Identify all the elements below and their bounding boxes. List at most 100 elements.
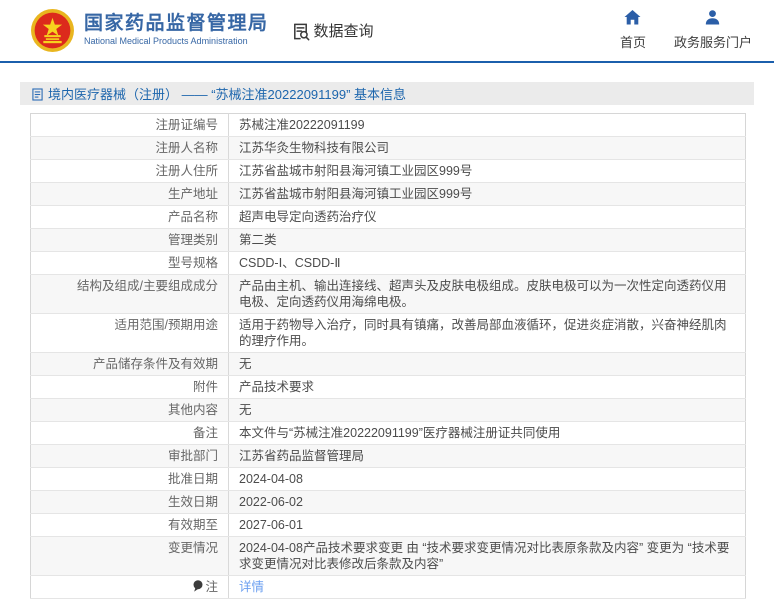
row-label: 适用范围/预期用途 (30, 313, 229, 353)
data-query-icon (291, 22, 310, 41)
row-label-text: 结构及组成/主要组成成分 (77, 279, 218, 293)
row-label-text: 注册证编号 (155, 118, 218, 132)
row-label-text: 管理类别 (167, 233, 218, 247)
site-header: 国家药品监督管理局 National Medical Products Admi… (0, 0, 774, 63)
table-row: 适用范围/预期用途 适用于药物导入治疗，同时具有镇痛，改善局部血液循环，促进炎症消… (30, 313, 746, 353)
row-label-text: 变更情况 (167, 541, 218, 555)
row-label: 注册人名称 (30, 136, 229, 160)
row-value: 江苏省盐城市射阳县海河镇工业园区999号 (228, 159, 746, 183)
table-row: 注册人名称 江苏华灸生物科技有限公司 (30, 136, 746, 160)
nav-portal-label: 政务服务门户 (673, 35, 752, 50)
row-label-text: 其他内容 (167, 403, 218, 417)
nmpa-emblem-logo (30, 8, 75, 53)
row-label-text: 型号规格 (167, 256, 218, 270)
row-label-text: 生效日期 (167, 495, 218, 509)
row-value: 无 (228, 398, 746, 422)
main-content: 境内医疗器械（注册） —— “苏械注准20222091199” 基本信息 注册证… (0, 63, 774, 599)
row-label: 其他内容 (30, 398, 229, 422)
document-icon (32, 87, 43, 101)
info-table-body: 注册证编号 苏械注准20222091199 注册人名称 江苏华灸生物科技有限公司 注册人… (30, 113, 746, 599)
row-value: 江苏华灸生物科技有限公司 (228, 136, 746, 160)
row-value: 详情 (228, 575, 746, 599)
row-value: 苏械注准20222091199 (228, 113, 746, 137)
top-nav: 首页 政务服务门户 (620, 10, 752, 51)
table-row: 附件 产品技术要求 (30, 375, 746, 399)
site-brand: 国家药品监督管理局 National Medical Products Admi… (84, 13, 269, 47)
row-value: 本文件与“苏械注准20222091199”医疗器械注册证共同使用 (228, 421, 746, 445)
row-label: 有效期至 (30, 513, 229, 537)
row-label-text: 备注 (192, 426, 218, 440)
row-label: 备注 (30, 421, 229, 445)
note-balloon-icon (193, 580, 203, 592)
row-value: 产品技术要求 (228, 375, 746, 399)
row-label: 注 (30, 575, 229, 599)
nav-home[interactable]: 首页 (620, 10, 646, 51)
table-row: 管理类别 第二类 (30, 228, 746, 252)
row-value: 适用于药物导入治疗，同时具有镇痛，改善局部血液循环，促进炎症消散，兴奋神经肌肉的… (228, 313, 746, 353)
row-label: 产品储存条件及有效期 (30, 352, 229, 376)
row-value: 产品由主机、输出连接线、超声头及皮肤电极组成。皮肤电极可以为一次性定向透药仪用电… (228, 274, 746, 314)
row-value: 江苏省药品监督管理局 (228, 444, 746, 468)
row-value: 无 (228, 352, 746, 376)
row-label: 型号规格 (30, 251, 229, 275)
row-label: 注册证编号 (30, 113, 229, 137)
row-label-text: 生产地址 (167, 187, 218, 201)
detail-link[interactable]: 详情 (239, 580, 264, 594)
row-label: 生效日期 (30, 490, 229, 514)
table-row: 产品名称 超声电导定向透药治疗仪 (30, 205, 746, 229)
row-label: 附件 (30, 375, 229, 399)
page-title-bar: 境内医疗器械（注册） —— “苏械注准20222091199” 基本信息 (20, 82, 754, 105)
table-row: 有效期至 2027-06-01 (30, 513, 746, 537)
table-row: 结构及组成/主要组成成分 产品由主机、输出连接线、超声头及皮肤电极组成。皮肤电极可… (30, 274, 746, 314)
row-label-text: 注册人住所 (155, 164, 218, 178)
row-label: 审批部门 (30, 444, 229, 468)
site-subtitle: National Medical Products Administration (84, 36, 248, 46)
table-row: 变更情况 2024-04-08产品技术要求变更 由 “技术要求变更情况对比表原条款… (30, 536, 746, 576)
nav-home-label: 首页 (619, 35, 646, 50)
row-label-text: 适用范围/预期用途 (114, 318, 218, 332)
table-row: 审批部门 江苏省药品监督管理局 (30, 444, 746, 468)
row-value: 江苏省盐城市射阳县海河镇工业园区999号 (228, 182, 746, 206)
home-icon (624, 10, 641, 28)
table-row: 其他内容无 (30, 398, 746, 422)
row-value: 超声电导定向透药治疗仪 (228, 205, 746, 229)
row-value: 第二类 (228, 228, 746, 252)
info-table: 注册证编号 苏械注准20222091199 注册人名称 江苏华灸生物科技有限公司 注册人… (30, 113, 746, 599)
row-value: 2027-06-01 (228, 513, 746, 537)
row-label-text: 产品名称 (167, 210, 218, 224)
row-label-text: 产品储存条件及有效期 (92, 357, 218, 371)
nav-data-query[interactable]: 数据查询 (291, 20, 374, 41)
table-row: 产品储存条件及有效期无 (30, 352, 746, 376)
table-row: 生产地址 江苏省盐城市射阳县海河镇工业园区999号 (30, 182, 746, 206)
row-label-text: 审批部门 (167, 449, 218, 463)
row-value: 2022-06-02 (228, 490, 746, 514)
row-label: 变更情况 (30, 536, 229, 576)
site-title: 国家药品监督管理局 (84, 13, 269, 35)
page: 国家药品监督管理局 National Medical Products Admi… (0, 0, 774, 599)
row-label-text: 注 (205, 580, 218, 594)
nav-portal[interactable]: 政务服务门户 (674, 10, 752, 51)
table-row: 注册证编号 苏械注准20222091199 (30, 113, 746, 137)
row-label-text: 批准日期 (167, 472, 218, 486)
table-row: 备注 本文件与“苏械注准20222091199”医疗器械注册证共同使用 (30, 421, 746, 445)
row-value: CSDD-Ⅰ、CSDD-Ⅱ (228, 251, 746, 275)
row-label: 管理类别 (30, 228, 229, 252)
row-value: 2024-04-08 (228, 467, 746, 491)
data-query-label: 数据查询 (313, 23, 374, 40)
row-label: 注册人住所 (30, 159, 229, 183)
row-value: 2024-04-08产品技术要求变更 由 “技术要求变更情况对比表原条款及内容”… (228, 536, 746, 576)
table-row: 型号规格 CSDD-Ⅰ、CSDD-Ⅱ (30, 251, 746, 275)
page-title: 境内医疗器械（注册） —— “苏械注准20222091199” 基本信息 (48, 87, 407, 102)
row-label: 结构及组成/主要组成成分 (30, 274, 229, 314)
user-icon (705, 10, 720, 28)
table-row: 注册人住所 江苏省盐城市射阳县海河镇工业园区999号 (30, 159, 746, 183)
row-label: 生产地址 (30, 182, 229, 206)
table-row: 注 详情 (30, 575, 746, 599)
row-label-text: 附件 (192, 380, 218, 394)
table-row: 批准日期 2024-04-08 (30, 467, 746, 491)
row-label-text: 有效期至 (167, 518, 218, 532)
row-label: 批准日期 (30, 467, 229, 491)
table-row: 生效日期 2022-06-02 (30, 490, 746, 514)
row-label: 产品名称 (30, 205, 229, 229)
row-label-text: 注册人名称 (155, 141, 218, 155)
